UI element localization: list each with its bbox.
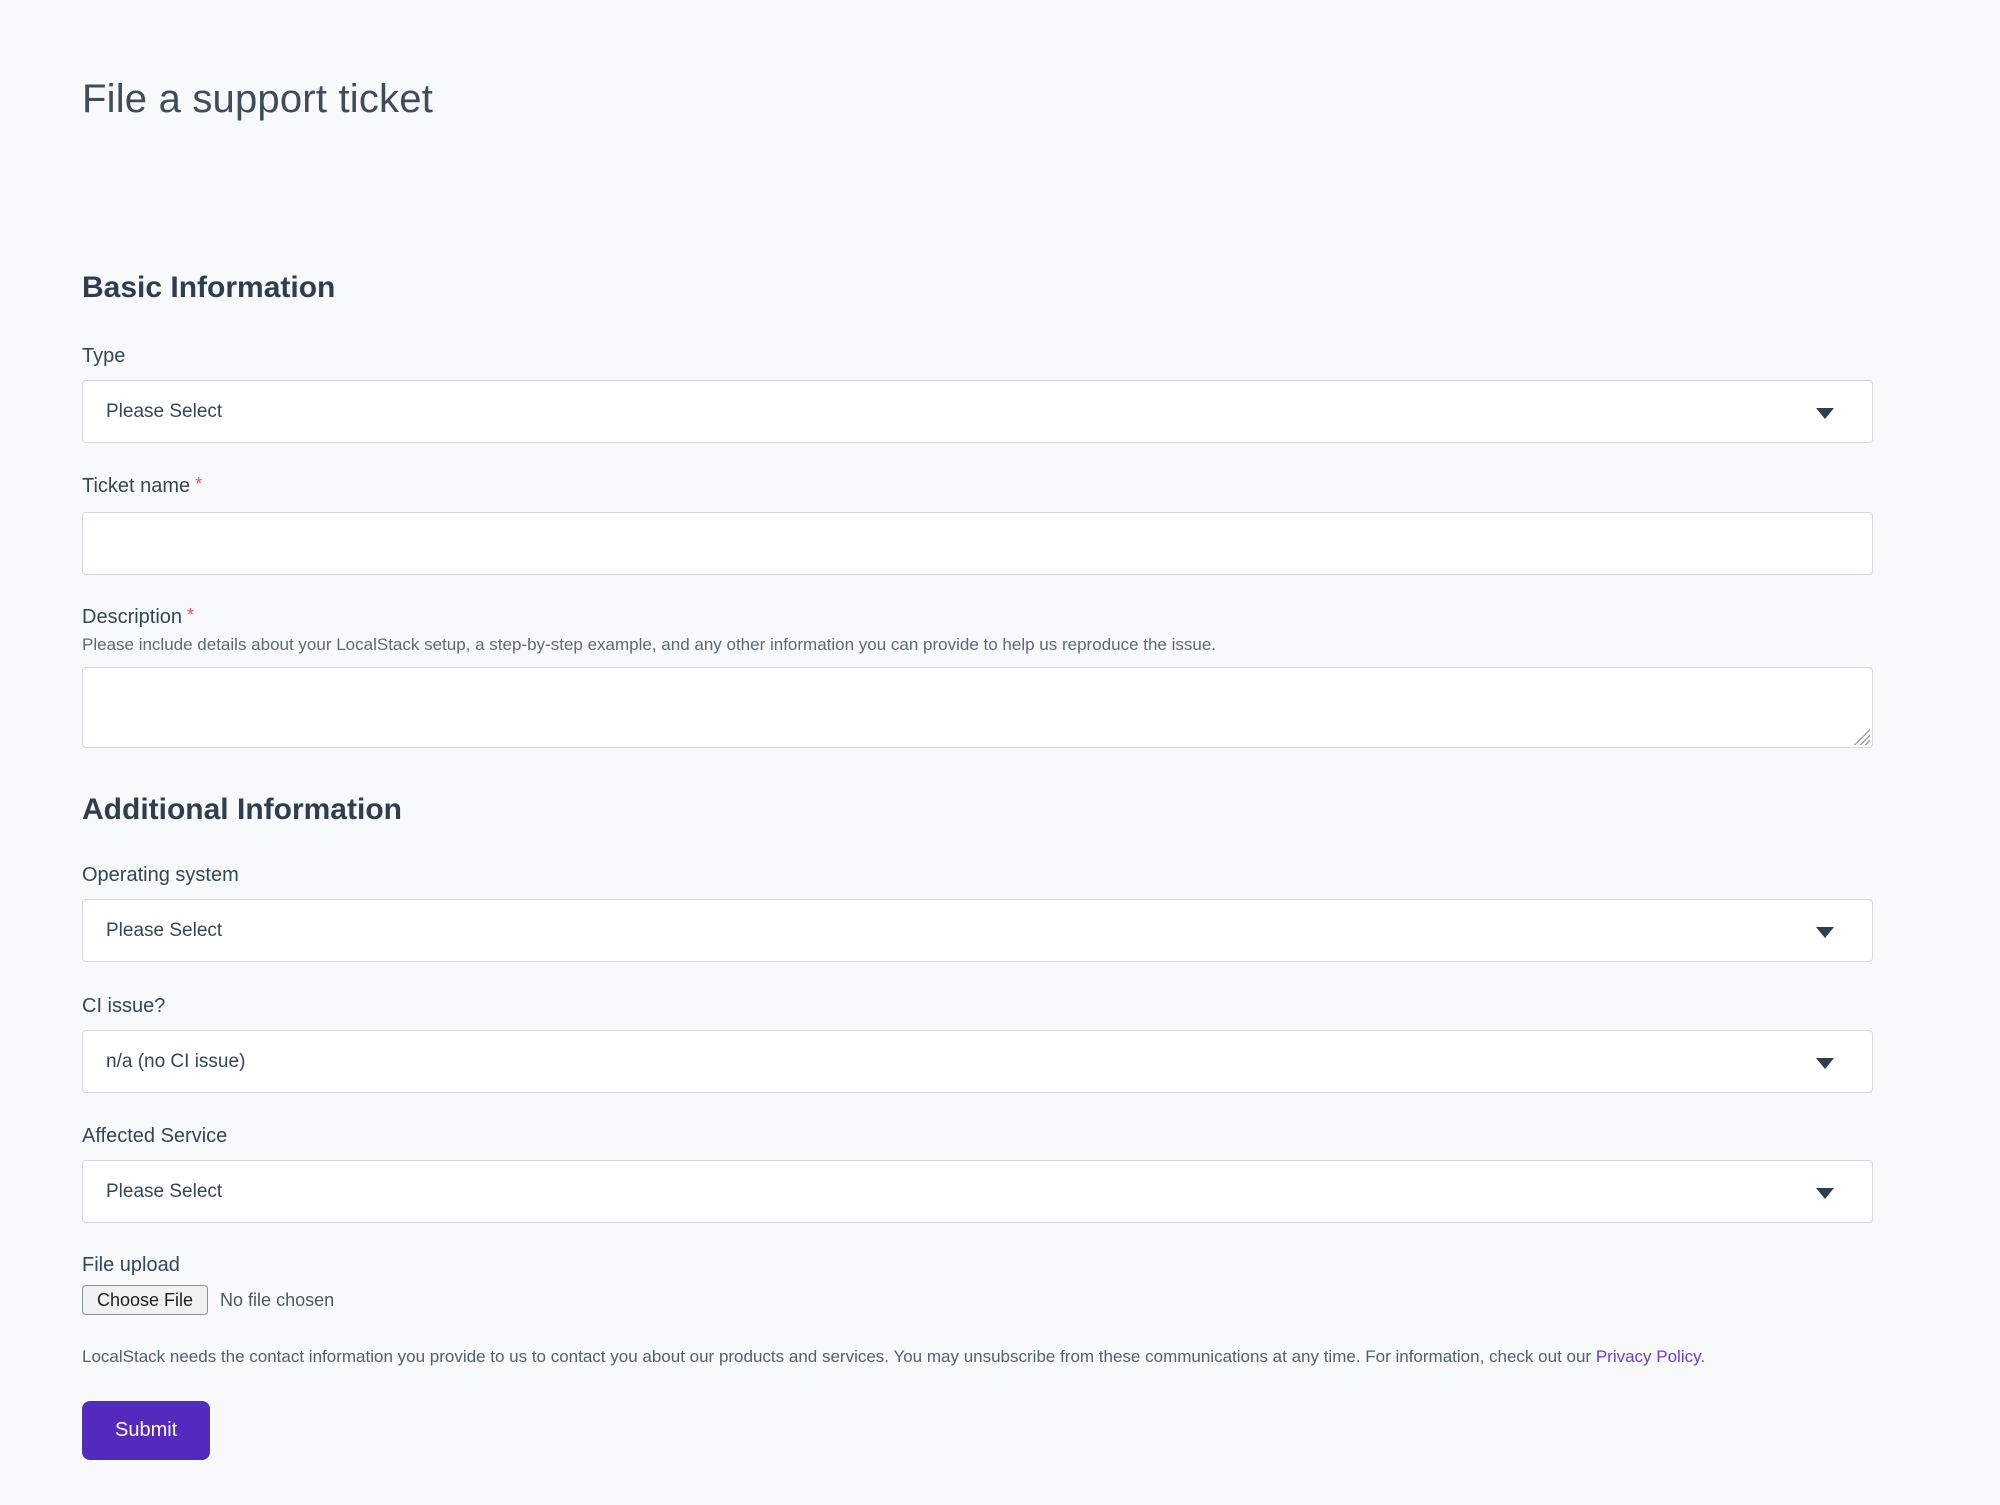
privacy-policy-link[interactable]: Privacy Policy (1596, 1347, 1701, 1366)
page-title: File a support ticket (82, 0, 1873, 123)
required-asterisk: * (187, 605, 194, 625)
choose-file-button[interactable]: Choose File (82, 1285, 208, 1315)
ci-issue-label: CI issue? (82, 995, 165, 1017)
type-label: Type (82, 345, 125, 367)
required-asterisk: * (195, 474, 202, 494)
ci-issue-select-value: n/a (no CI issue) (106, 1051, 245, 1073)
type-select[interactable]: Please Select (82, 380, 1873, 443)
description-helper-text: Please include details about your LocalS… (82, 634, 1873, 656)
chevron-down-icon (1816, 408, 1834, 419)
ci-issue-select[interactable]: n/a (no CI issue) (82, 1030, 1873, 1093)
section-heading-additional-information: Additional Information (82, 792, 1873, 828)
operating-system-label: Operating system (82, 864, 239, 886)
chevron-down-icon (1816, 1188, 1834, 1199)
file-upload-status: No file chosen (220, 1290, 334, 1311)
legal-text-before: LocalStack needs the contact information… (82, 1347, 1596, 1366)
affected-service-select[interactable]: Please Select (82, 1160, 1873, 1223)
description-textarea[interactable] (82, 667, 1873, 748)
type-select-value: Please Select (106, 401, 222, 423)
affected-service-select-value: Please Select (106, 1181, 222, 1203)
section-heading-basic-information: Basic Information (82, 270, 1873, 306)
file-upload-label: File upload (82, 1254, 180, 1276)
ticket-name-label: Ticket name (82, 475, 190, 497)
operating-system-select-value: Please Select (106, 920, 222, 942)
file-upload-input: Choose File No file chosen (82, 1285, 1873, 1315)
support-ticket-form: File a support ticket Basic Information … (82, 0, 1873, 1460)
chevron-down-icon (1816, 927, 1834, 938)
description-label: Description (82, 606, 182, 628)
submit-button[interactable]: Submit (82, 1401, 210, 1460)
legal-text-after: . (1700, 1347, 1705, 1366)
affected-service-label: Affected Service (82, 1125, 227, 1147)
chevron-down-icon (1816, 1058, 1834, 1069)
operating-system-select[interactable]: Please Select (82, 899, 1873, 962)
ticket-name-input[interactable] (82, 512, 1873, 575)
legal-disclaimer: LocalStack needs the contact information… (82, 1346, 1873, 1368)
